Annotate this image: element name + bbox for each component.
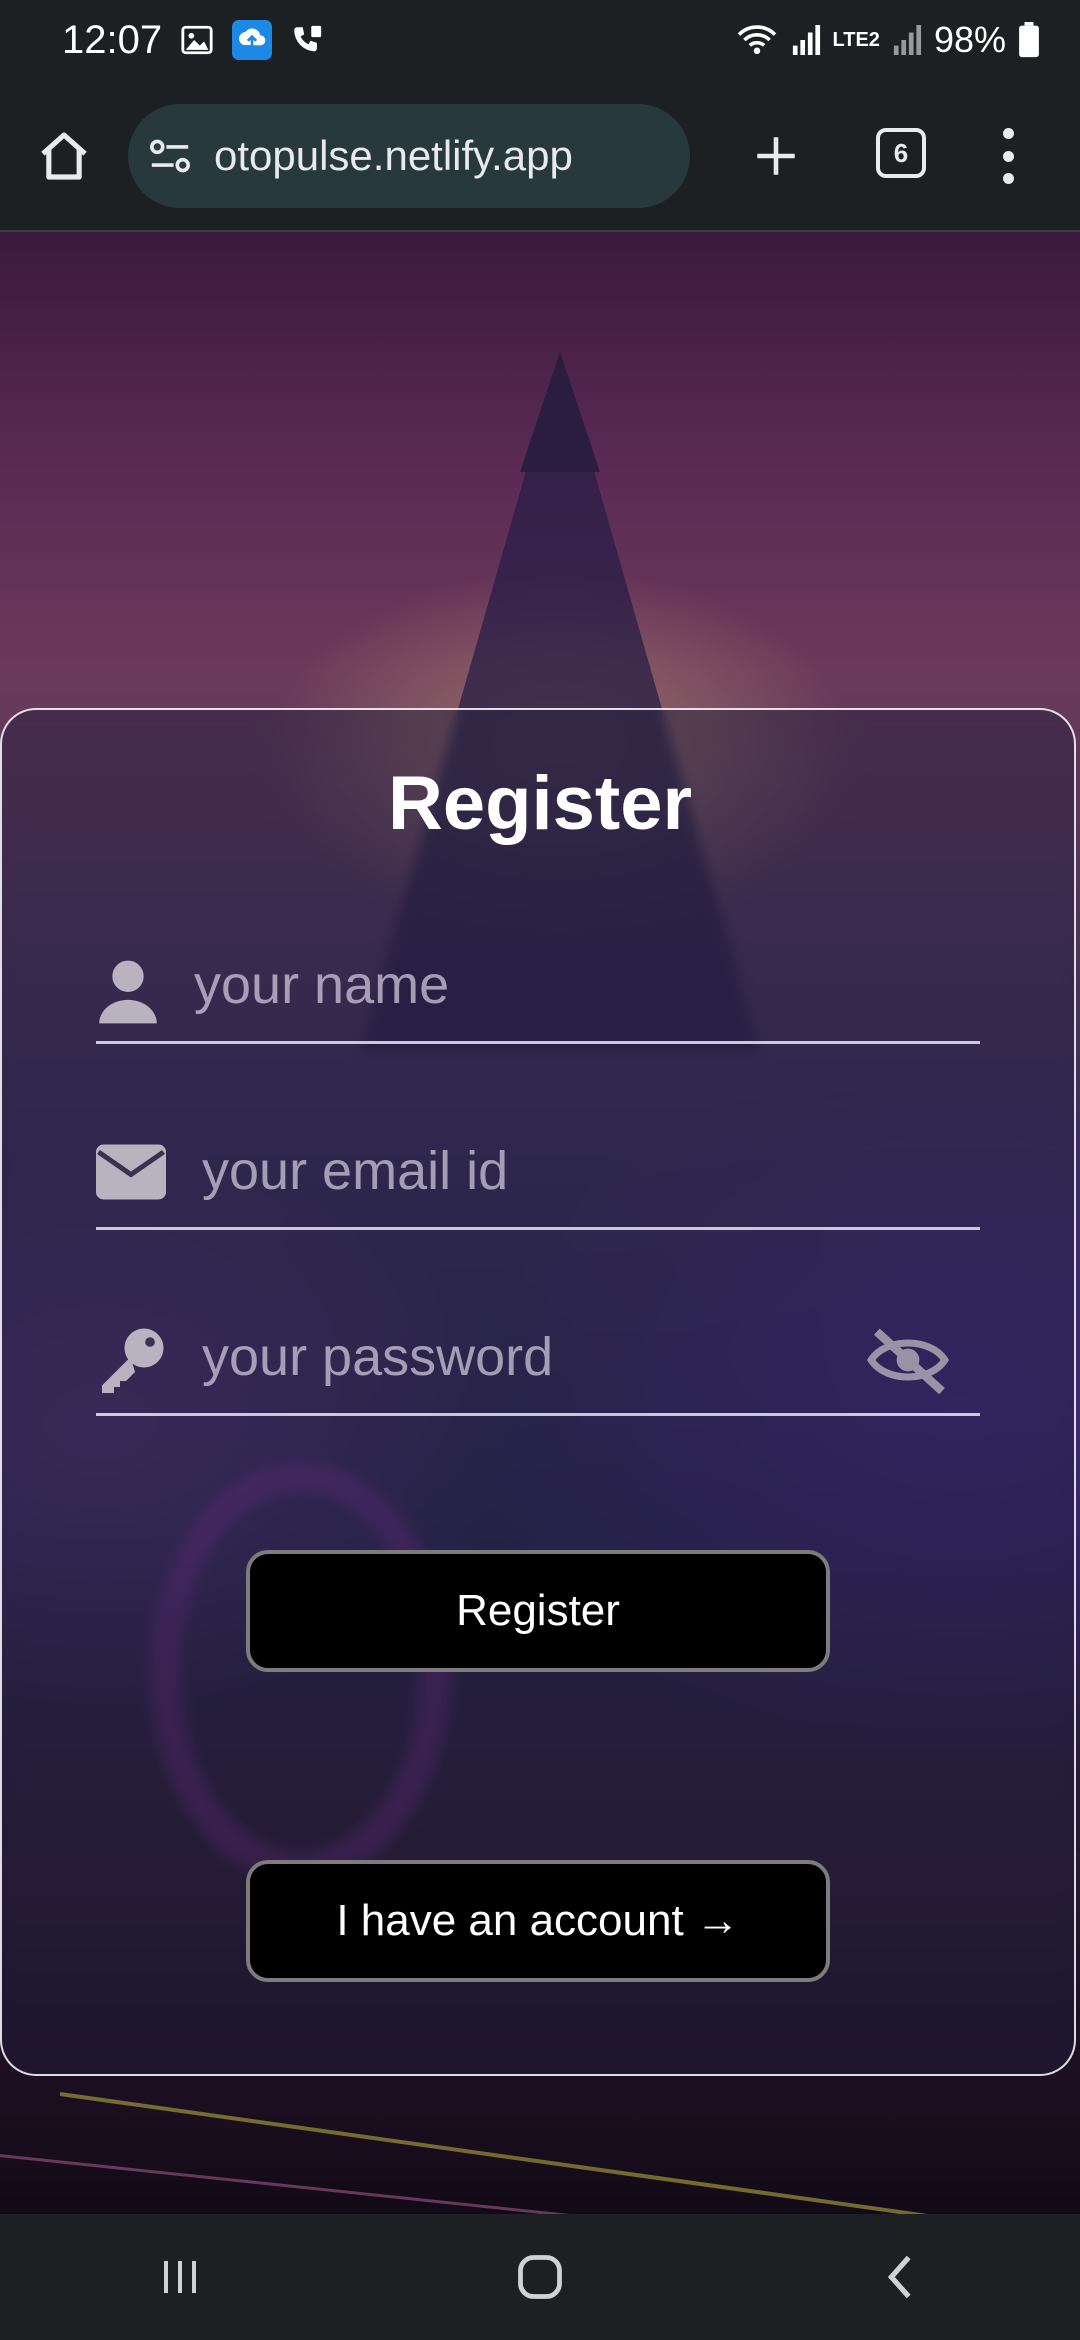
home-button[interactable] xyxy=(32,124,96,188)
site-settings-icon[interactable] xyxy=(148,136,192,176)
recent-apps-icon xyxy=(164,2261,196,2293)
name-field xyxy=(96,932,980,1044)
password-input[interactable] xyxy=(200,1316,764,1398)
wifi-icon xyxy=(735,22,779,58)
gallery-icon xyxy=(180,23,214,57)
cloud-upload-icon xyxy=(232,20,273,60)
system-nav-bar xyxy=(0,2214,1080,2340)
battery-percent: 98% xyxy=(933,19,1006,60)
wifi-calling-icon xyxy=(290,23,324,57)
home-nav-button[interactable] xyxy=(500,2237,580,2317)
page-background: Register Register I have an account xyxy=(0,232,1080,2214)
status-time: 12:07 xyxy=(62,17,163,62)
plus-icon xyxy=(757,137,795,175)
home-icon xyxy=(41,132,87,180)
name-input[interactable] xyxy=(192,944,876,1026)
arrow-right-icon: → xyxy=(695,1896,740,1945)
key-icon xyxy=(96,1324,168,1401)
eye-slash-icon[interactable] xyxy=(864,1326,952,1399)
user-icon xyxy=(96,958,160,1031)
status-right: LTE2 98% xyxy=(735,19,1040,61)
envelope-icon xyxy=(96,1144,166,1205)
new-tab-button[interactable] xyxy=(744,124,808,188)
status-left: 12:07 xyxy=(62,18,324,63)
register-button[interactable]: Register xyxy=(246,1550,830,1672)
recent-apps-button[interactable] xyxy=(140,2237,220,2317)
email-input[interactable] xyxy=(200,1130,884,1212)
browser-toolbar: otopulse.netlify.app 6 xyxy=(0,80,1080,232)
status-bar: 12:07 LTE2 98% xyxy=(0,0,1080,80)
signal-icon-2 xyxy=(892,23,922,57)
email-field xyxy=(96,1118,980,1230)
battery-icon xyxy=(1018,22,1040,58)
have-account-button[interactable]: I have an account → xyxy=(246,1860,830,1982)
address-bar[interactable]: otopulse.netlify.app xyxy=(128,104,690,208)
network-label: LTE2 xyxy=(832,29,880,51)
password-field xyxy=(96,1304,980,1416)
back-chevron-icon xyxy=(887,2255,911,2299)
have-account-label: I have an account xyxy=(336,1896,684,1945)
background-mountain-peak xyxy=(520,352,600,472)
menu-dot xyxy=(1002,173,1014,184)
menu-dot xyxy=(1002,150,1014,162)
back-button[interactable] xyxy=(860,2237,940,2317)
more-menu-button[interactable] xyxy=(990,124,1026,188)
home-square-icon xyxy=(518,2255,562,2299)
tab-switcher-button[interactable]: 6 xyxy=(876,128,926,178)
register-card: Register Register I have an account xyxy=(0,708,1076,2076)
signal-icon xyxy=(791,23,821,57)
menu-dot xyxy=(1002,128,1014,139)
url-text[interactable]: otopulse.netlify.app xyxy=(214,132,573,180)
page-title: Register xyxy=(387,761,693,846)
